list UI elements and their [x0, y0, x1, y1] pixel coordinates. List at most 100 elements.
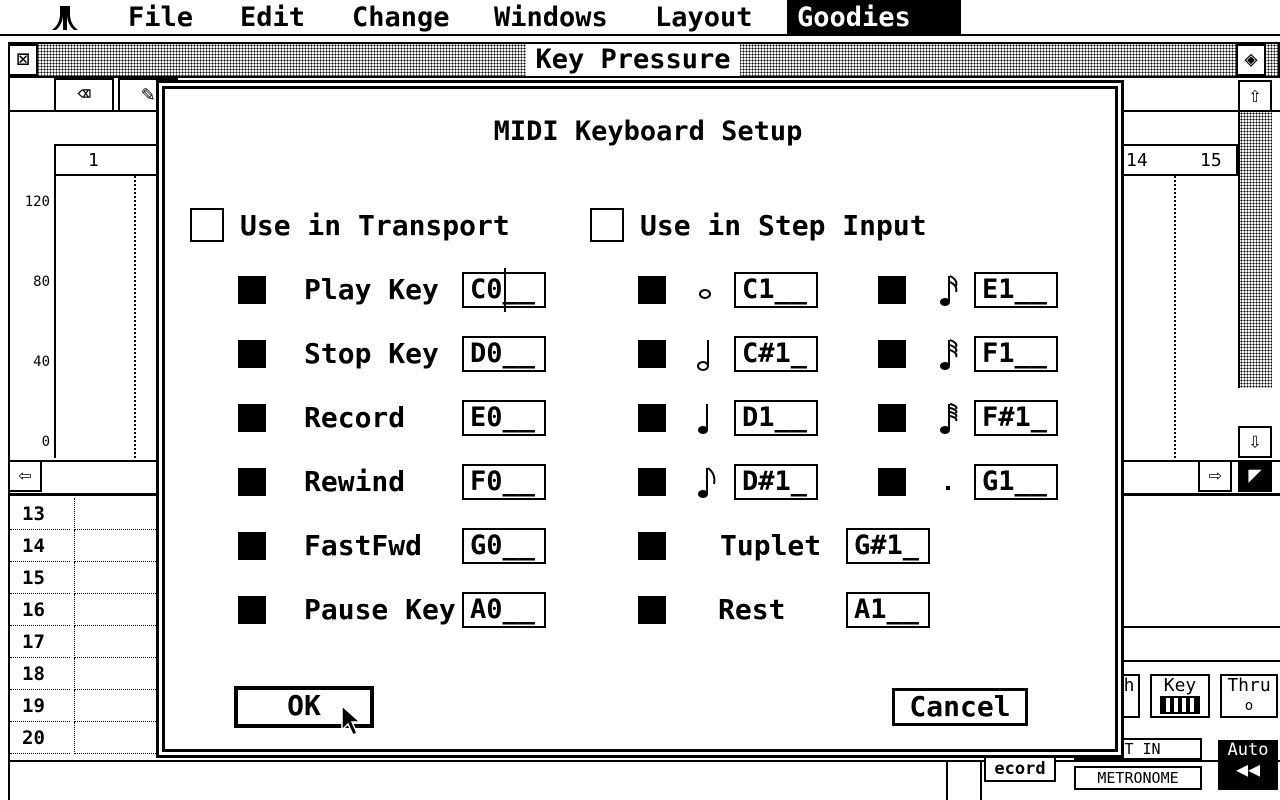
whole-note-icon — [690, 272, 720, 315]
fastfwd-toggle[interactable] — [238, 532, 266, 560]
ruler-bar-label: 14 — [1126, 150, 1148, 171]
row-cell[interactable] — [74, 722, 158, 754]
scroll-right-button[interactable]: ⇨ — [1198, 460, 1232, 492]
dialog-title: MIDI Keyboard Setup — [493, 116, 803, 147]
thru-button[interactable]: Thru o — [1220, 674, 1278, 718]
resize-button[interactable]: ◤ — [1238, 460, 1272, 492]
ruler-bar-label: 15 — [1200, 150, 1222, 171]
fastfwd-field[interactable]: G0__ — [462, 528, 546, 564]
thru-button-label: Thru — [1227, 675, 1271, 696]
scroll-up-button[interactable]: ⇧ — [1238, 80, 1272, 112]
dot-field[interactable]: G1__ — [974, 464, 1058, 500]
quarter-note-field[interactable]: D1__ — [734, 400, 818, 436]
whole-note-toggle[interactable] — [638, 276, 666, 304]
menu-file[interactable]: File — [118, 0, 203, 36]
sixteenth-note-field[interactable]: E1__ — [974, 272, 1058, 308]
auto-rewind-button[interactable]: Auto ◀◀ — [1218, 740, 1278, 790]
use-in-transport-checkbox[interactable] — [190, 208, 224, 242]
status-divider — [946, 760, 982, 800]
row-cell[interactable] — [74, 690, 158, 722]
atari-logo-icon[interactable] — [50, 4, 80, 32]
sixteenth-note-toggle[interactable] — [878, 276, 906, 304]
use-in-transport-label: Use in Transport — [240, 209, 510, 242]
arrow-right-icon: ⇨ — [1208, 463, 1222, 488]
pause-key-toggle[interactable] — [238, 596, 266, 624]
stop-key-label: Stop Key — [304, 337, 439, 370]
sixty-fourth-note-icon — [932, 400, 962, 443]
eraser-tool-button[interactable]: ⌫ — [54, 78, 114, 112]
vertical-scrollbar[interactable] — [1238, 112, 1272, 388]
tuplet-label: Tuplet — [720, 529, 822, 562]
row-cell[interactable] — [74, 594, 158, 626]
row-number: 18 — [10, 658, 70, 690]
row-cell[interactable] — [74, 626, 158, 658]
half-note-toggle[interactable] — [638, 340, 666, 368]
play-key-label: Play Key — [304, 273, 439, 306]
row-cell[interactable] — [74, 658, 158, 690]
pause-key-field[interactable]: A0__ — [462, 592, 546, 628]
row-cell[interactable] — [74, 530, 158, 562]
quarter-note-icon — [690, 400, 720, 443]
tuplet-field[interactable]: G#1_ — [846, 528, 930, 564]
keyboard-icon — [1160, 696, 1200, 714]
arrow-left-icon: ⇦ — [18, 463, 32, 488]
thirty-second-note-field[interactable]: F1__ — [974, 336, 1058, 372]
thirty-second-note-toggle[interactable] — [878, 340, 906, 368]
y-axis-label: 80 — [33, 274, 50, 290]
eighth-note-toggle[interactable] — [638, 468, 666, 496]
menu-goodies[interactable]: Goodies — [787, 0, 961, 36]
eighth-note-field[interactable]: D#1_ — [734, 464, 818, 500]
bar-ruler-left: 1 — [54, 144, 164, 176]
rest-field[interactable]: A1__ — [846, 592, 930, 628]
dot-toggle[interactable] — [878, 468, 906, 496]
whole-note-field[interactable]: C1__ — [734, 272, 818, 308]
use-in-step-input-checkbox[interactable] — [590, 208, 624, 242]
scroll-left-button[interactable]: ⇦ — [8, 460, 42, 492]
cancel-button[interactable]: Cancel — [892, 688, 1028, 726]
record-label: Record — [304, 401, 406, 434]
y-axis-label: 40 — [33, 354, 50, 370]
play-key-toggle[interactable] — [238, 276, 266, 304]
rewind-field[interactable]: F0__ — [462, 464, 546, 500]
menu-windows[interactable]: Windows — [484, 0, 618, 36]
row-divider — [1124, 626, 1280, 662]
row-cell[interactable] — [74, 498, 158, 530]
arrow-down-icon: ⇩ — [1248, 429, 1262, 454]
y-axis-label: 0 — [41, 434, 50, 450]
sixty-fourth-note-field[interactable]: F#1_ — [974, 400, 1058, 436]
dot-icon — [932, 464, 962, 507]
mouse-pointer-icon — [340, 704, 362, 738]
stop-key-toggle[interactable] — [238, 340, 266, 368]
window-full-button[interactable]: ◈ — [1236, 44, 1266, 76]
sixty-fourth-note-toggle[interactable] — [878, 404, 906, 432]
row-number: 13 — [10, 498, 70, 530]
half-note-field[interactable]: C#1_ — [734, 336, 818, 372]
record-field[interactable]: E0__ — [462, 400, 546, 436]
menu-edit[interactable]: Edit — [230, 0, 315, 36]
menu-layout[interactable]: Layout — [645, 0, 763, 36]
rewind-toggle[interactable] — [238, 468, 266, 496]
eighth-note-icon — [690, 464, 720, 507]
rest-toggle[interactable] — [638, 596, 666, 624]
eraser-icon: ⌫ — [77, 82, 91, 107]
stop-key-field[interactable]: D0__ — [462, 336, 546, 372]
key-button[interactable]: Key — [1150, 674, 1210, 718]
row-number: 15 — [10, 562, 70, 594]
metronome-button[interactable]: METRONOME — [1074, 766, 1202, 790]
menu-change[interactable]: Change — [342, 0, 460, 36]
thru-indicator: o — [1244, 698, 1254, 714]
text-cursor — [504, 268, 506, 312]
record-button[interactable]: ecord — [984, 756, 1056, 782]
window-close-button[interactable]: ⊠ — [8, 44, 38, 76]
fastfwd-label: FastFwd — [304, 529, 423, 562]
menu-bar: File Edit Change Windows Layout Goodies — [0, 0, 1280, 36]
quarter-note-toggle[interactable] — [638, 404, 666, 432]
sixteenth-note-icon — [932, 272, 962, 315]
pause-key-label: Pause Key — [304, 593, 456, 626]
row-cell[interactable] — [74, 562, 158, 594]
record-toggle[interactable] — [238, 404, 266, 432]
pencil-icon: ✎ — [141, 82, 155, 107]
tuplet-toggle[interactable] — [638, 532, 666, 560]
row-number: 17 — [10, 626, 70, 658]
scroll-down-button[interactable]: ⇩ — [1238, 426, 1272, 458]
